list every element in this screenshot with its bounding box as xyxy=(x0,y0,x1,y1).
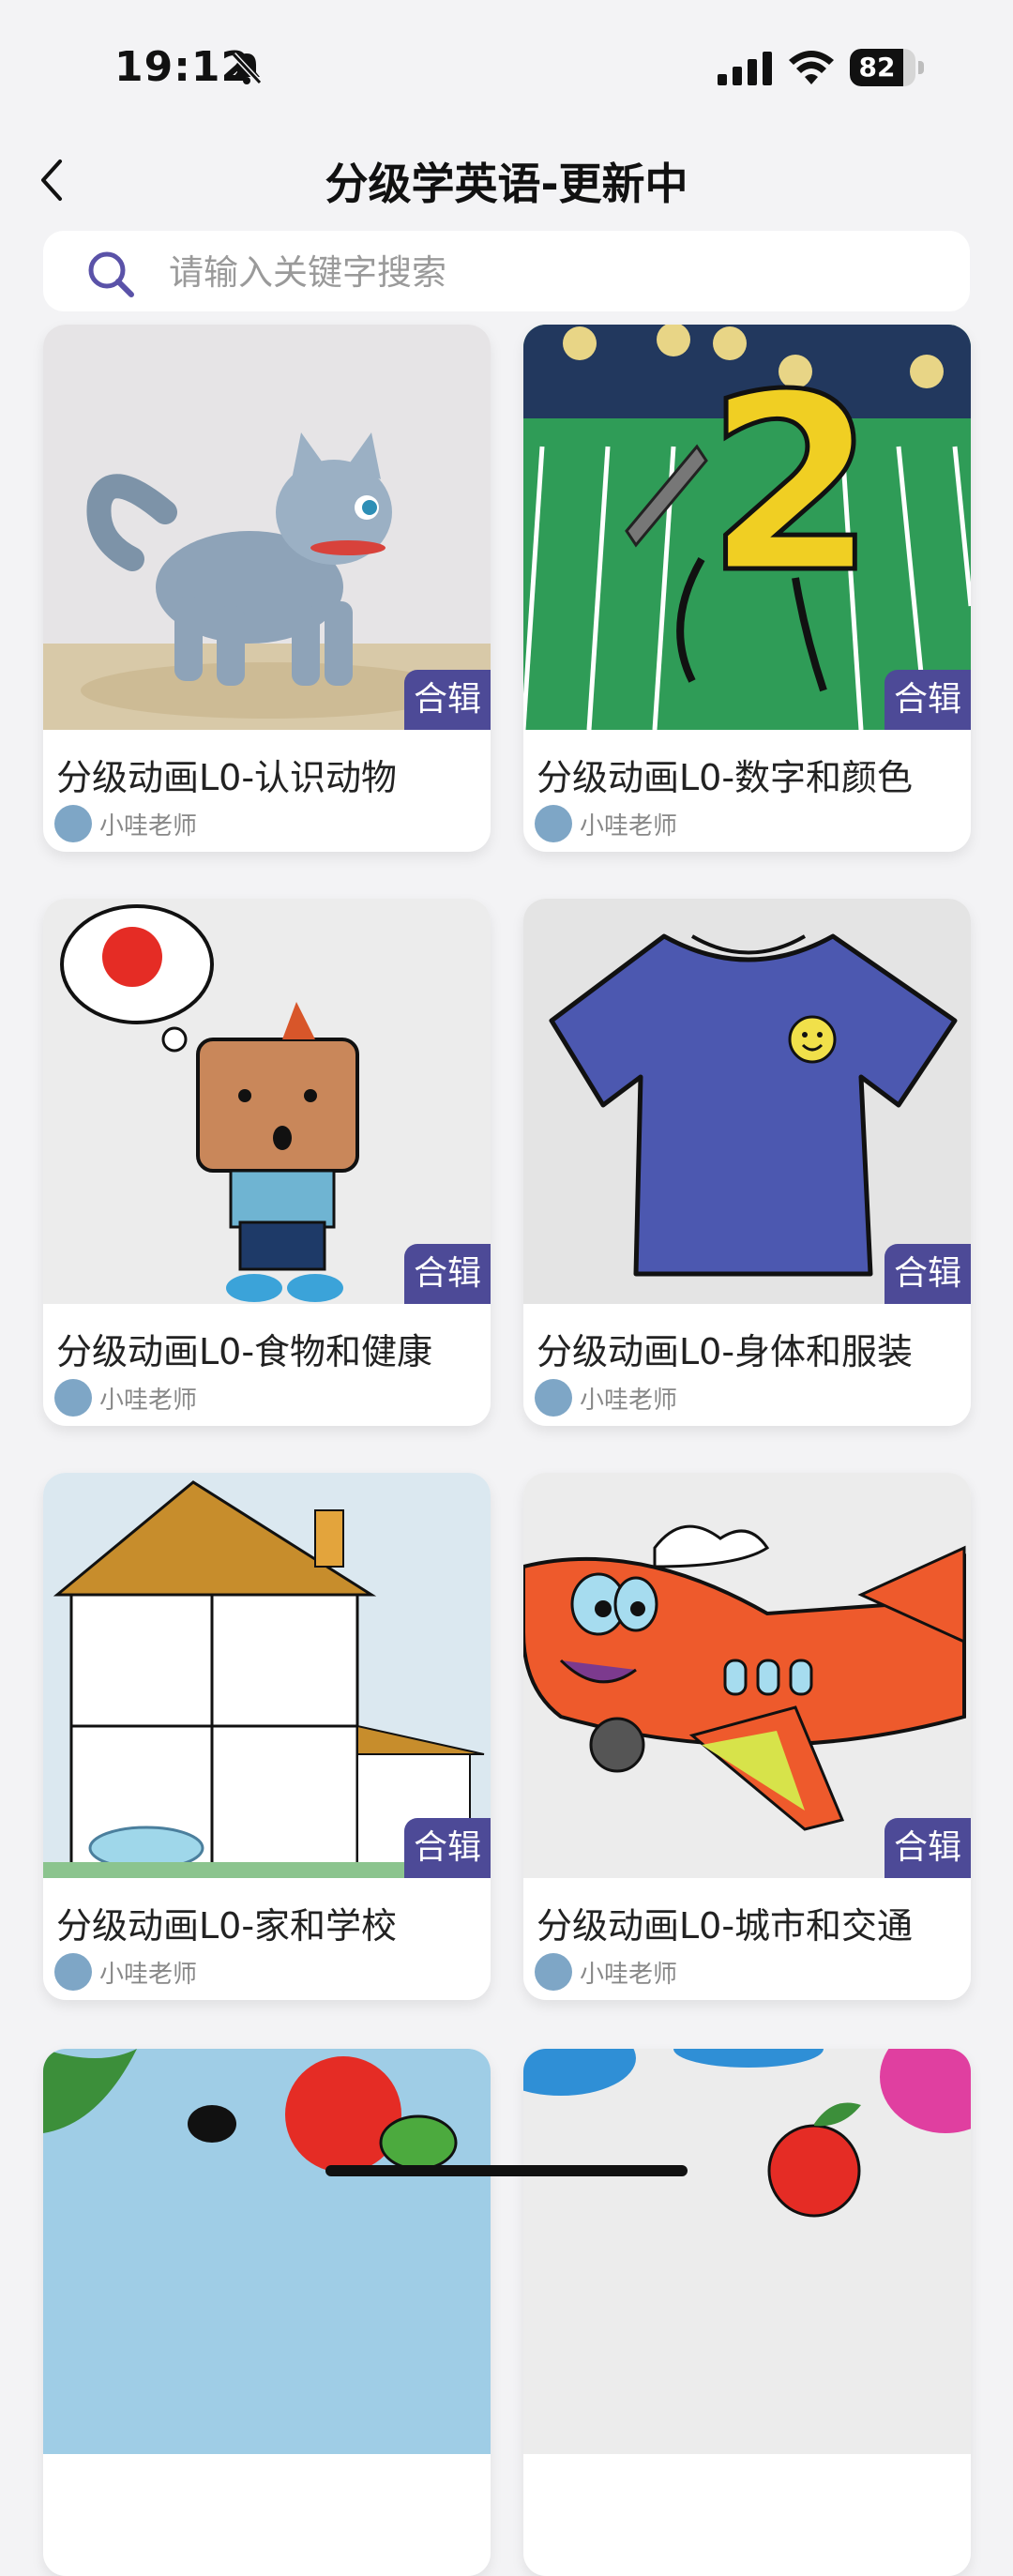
avatar xyxy=(535,805,572,842)
avatar xyxy=(535,1953,572,1991)
battery-body: 82 xyxy=(850,49,915,86)
home-indicator[interactable] xyxy=(325,2165,688,2176)
page-title: 分级学英语-更新中 xyxy=(325,159,688,209)
album-card[interactable] xyxy=(523,2049,971,2576)
battery-tip xyxy=(918,61,924,74)
album-card[interactable]: 2 合辑 分级动画L0-数字和颜色 小哇老师 xyxy=(523,325,971,852)
collection-badge: 合辑 xyxy=(404,670,491,730)
album-thumbnail: 2 合辑 xyxy=(523,325,971,730)
search-input[interactable] xyxy=(167,231,940,313)
collection-badge: 合辑 xyxy=(884,1818,971,1878)
author-name: 小哇老师 xyxy=(99,812,198,841)
album-card[interactable]: 合辑 分级动画L0-认识动物 小哇老师 xyxy=(43,325,491,852)
collection-badge: 合辑 xyxy=(404,1818,491,1878)
cellular-signal-icon xyxy=(718,52,772,85)
avatar xyxy=(54,805,92,842)
album-card[interactable]: 合辑 分级动画L0-食物和健康 小哇老师 xyxy=(43,899,491,1426)
album-card[interactable] xyxy=(43,2049,491,2576)
svg-text:2: 2 xyxy=(706,343,876,627)
collection-badge: 合辑 xyxy=(884,1244,971,1304)
album-title: 分级动画L0-家和学校 xyxy=(56,1905,398,1947)
avatar xyxy=(535,1379,572,1417)
battery-indicator: 82 xyxy=(850,49,925,86)
album-thumbnail: 合辑 xyxy=(43,899,491,1304)
album-title: 分级动画L0-食物和健康 xyxy=(56,1331,433,1372)
avatar xyxy=(54,1379,92,1417)
album-card[interactable]: 合辑 分级动画L0-家和学校 小哇老师 xyxy=(43,1473,491,2000)
author-name: 小哇老师 xyxy=(580,1961,678,1989)
author-name: 小哇老师 xyxy=(580,812,678,841)
album-card[interactable]: 合辑 分级动画L0-身体和服装 小哇老师 xyxy=(523,899,971,1426)
author-name: 小哇老师 xyxy=(580,1386,678,1415)
album-thumbnail xyxy=(43,2049,491,2454)
album-thumbnail: 合辑 xyxy=(523,899,971,1304)
collection-badge: 合辑 xyxy=(404,1244,491,1304)
battery-percent: 82 xyxy=(858,52,896,83)
author-name: 小哇老师 xyxy=(99,1386,198,1415)
search-icon xyxy=(88,251,134,297)
album-title: 分级动画L0-数字和颜色 xyxy=(537,757,914,798)
wifi-icon xyxy=(789,51,834,84)
avatar xyxy=(54,1953,92,1991)
search-bar[interactable] xyxy=(43,231,970,313)
album-thumbnail: 合辑 xyxy=(43,1473,491,1878)
author-name: 小哇老师 xyxy=(99,1961,198,1989)
muted-bell-icon xyxy=(231,52,263,85)
collection-badge: 合辑 xyxy=(884,670,971,730)
album-thumbnail: 合辑 xyxy=(43,325,491,730)
album-card[interactable]: 合辑 分级动画L0-城市和交通 小哇老师 xyxy=(523,1473,971,2000)
album-title: 分级动画L0-身体和服装 xyxy=(537,1331,914,1372)
album-title: 分级动画L0-城市和交通 xyxy=(537,1905,914,1947)
album-title: 分级动画L0-认识动物 xyxy=(56,757,398,798)
album-thumbnail: 合辑 xyxy=(523,1473,971,1878)
status-bar: 19:12 82 xyxy=(0,0,1013,131)
album-thumbnail xyxy=(523,2049,971,2454)
